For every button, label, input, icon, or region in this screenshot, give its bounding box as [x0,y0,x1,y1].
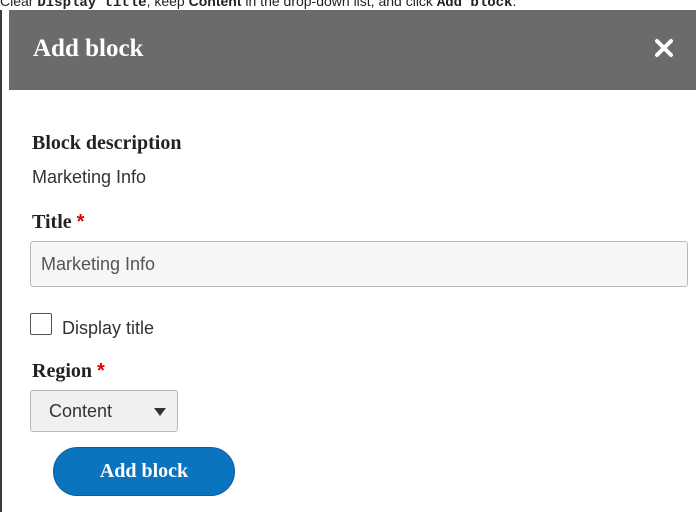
instruction-text-4: . [512,0,517,9]
dialog-header: Add block [9,10,696,90]
display-title-label[interactable]: Display title [62,316,154,340]
region-label: Region * [32,359,105,383]
dialog-title: Add block [33,35,144,62]
instruction-bold-content: Content [188,0,242,9]
block-description-label: Block description [32,132,182,154]
instruction-text-1: Clear [0,0,38,9]
display-title-checkbox[interactable] [30,313,52,335]
title-required-mark: * [76,211,85,233]
page-left-border [0,10,2,512]
display-title-checkbox-row[interactable]: Display title [30,309,154,339]
region-select-value: Content [49,400,113,421]
instruction-code-add-block: Add block [436,0,513,9]
close-icon[interactable] [652,36,676,60]
region-label-text: Region [32,360,92,382]
page: Clear Display title, keep Content in the… [0,0,696,512]
instruction-text-3: in the drop-down list, and click [241,0,437,9]
add-block-button[interactable]: Add block [53,447,235,496]
region-required-mark: * [97,360,105,382]
title-label: Title * [32,210,84,234]
title-label-text: Title [32,211,72,233]
task-instruction: Clear Display title, keep Content in the… [0,0,696,9]
instruction-code-display-title: Display title [37,0,147,9]
region-select[interactable]: Content [30,390,178,432]
block-description-value: Marketing Info [32,167,147,187]
instruction-text-2: , keep [146,0,189,9]
title-input[interactable] [30,241,688,287]
chevron-down-icon [154,408,166,416]
